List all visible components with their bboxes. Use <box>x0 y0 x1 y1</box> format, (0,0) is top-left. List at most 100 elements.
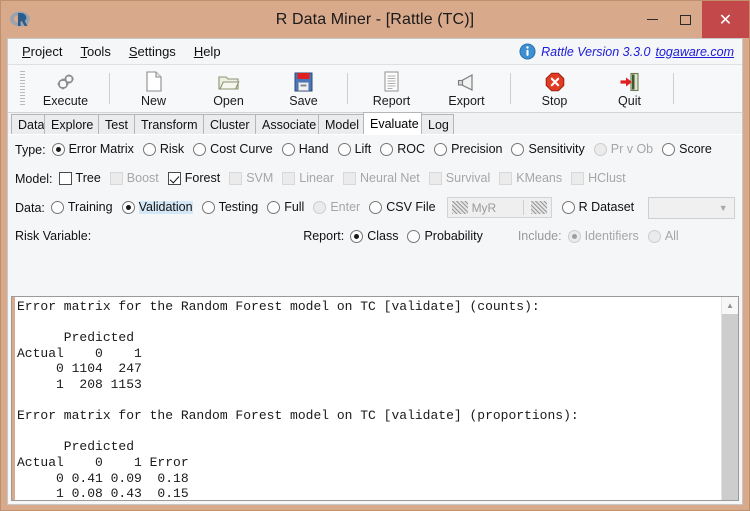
tab-data[interactable]: Data <box>11 114 45 134</box>
file-entry-divider <box>522 200 524 215</box>
radio-class[interactable] <box>350 229 364 243</box>
type-option-pr-v-ob-label: Pr v Ob <box>610 142 654 157</box>
radio-full[interactable] <box>267 201 281 214</box>
model-option-linear-label: Linear <box>299 171 335 186</box>
options-panel: Type: Error Matrix Risk Cost Curve Hand <box>8 135 742 252</box>
execute-button[interactable]: Execute <box>28 65 103 112</box>
radio-r-dataset[interactable] <box>561 201 575 214</box>
data-option-r-dataset[interactable]: R Dataset <box>561 201 634 214</box>
radio-training[interactable] <box>50 201 64 214</box>
open-button[interactable]: Open <box>191 65 266 112</box>
chevron-down-icon[interactable]: ▼ <box>712 198 734 218</box>
checkbox-tree[interactable] <box>58 172 72 185</box>
tab-model[interactable]: Model <box>318 114 364 134</box>
execute-label: Execute <box>42 93 89 108</box>
menu-settings[interactable]: Settings <box>120 42 185 61</box>
checkbox-forest[interactable] <box>167 172 181 185</box>
tab-test[interactable]: Test <box>98 114 135 134</box>
radio-sensitivity[interactable] <box>511 143 525 156</box>
type-option-error-matrix[interactable]: Error Matrix <box>51 142 134 157</box>
radio-score[interactable] <box>662 143 676 156</box>
data-option-training[interactable]: Training <box>50 200 113 215</box>
include-option-identifiers: Identifiers <box>567 229 639 243</box>
stop-button[interactable]: Stop <box>517 65 592 112</box>
quit-button[interactable]: Quit <box>592 65 667 112</box>
model-label: Model: <box>15 171 53 186</box>
output-panel: Error matrix for the Random Forest model… <box>11 296 739 501</box>
toolbar-grip[interactable] <box>20 71 25 106</box>
maximize-button[interactable] <box>669 1 702 38</box>
report-button[interactable]: Report <box>354 65 429 112</box>
checkbox-hclust <box>571 172 585 185</box>
scroll-up-arrow-icon[interactable]: ▲ <box>722 297 738 314</box>
type-option-roc[interactable]: ROC <box>380 143 425 156</box>
tab-evaluate[interactable]: Evaluate <box>363 112 422 134</box>
risk-variable-label: Risk Variable: <box>15 229 92 243</box>
type-option-score[interactable]: Score <box>662 143 712 156</box>
save-button[interactable]: Save <box>266 65 341 112</box>
data-option-training-label: Training <box>67 200 113 215</box>
togaware-link[interactable]: togaware.com <box>655 45 734 59</box>
export-button[interactable]: Export <box>429 65 504 112</box>
r-dataset-combobox[interactable]: ▼ <box>648 196 736 219</box>
output-scrollbar[interactable]: ▲ <box>721 297 738 500</box>
type-option-cost-curve[interactable]: Cost Curve <box>193 143 273 156</box>
folder-open-icon <box>217 70 240 92</box>
client-area: Project Tools Settings Help Rattle Versi… <box>7 38 743 505</box>
menu-help[interactable]: Help <box>185 42 230 61</box>
type-option-pr-v-ob: Pr v Ob <box>593 142 654 157</box>
radio-cost-curve[interactable] <box>193 143 207 156</box>
close-button[interactable]: ✕ <box>702 1 749 38</box>
menu-tools[interactable]: Tools <box>71 42 119 61</box>
model-option-kmeans: KMeans <box>499 172 562 185</box>
type-option-sensitivity[interactable]: Sensitivity <box>511 143 585 156</box>
data-option-testing[interactable]: Testing <box>201 201 258 214</box>
exit-door-icon <box>619 70 640 92</box>
type-option-lift[interactable]: Lift <box>337 143 371 156</box>
report-option-class[interactable]: Class <box>350 229 398 243</box>
radio-validation[interactable] <box>121 201 135 214</box>
output-textarea[interactable]: Error matrix for the Random Forest model… <box>12 297 721 500</box>
type-option-precision[interactable]: Precision <box>434 143 502 156</box>
type-option-risk-label: Risk <box>159 142 185 157</box>
csv-file-chooser[interactable]: MyR <box>446 197 552 218</box>
scroll-track[interactable] <box>722 314 738 500</box>
browse-icon[interactable] <box>530 201 547 214</box>
minimize-button[interactable] <box>636 1 669 38</box>
menu-project[interactable]: Project <box>13 42 71 61</box>
output-text: Error matrix for the Random Forest model… <box>17 299 579 500</box>
model-option-survival: Survival <box>428 172 490 185</box>
tab-associate[interactable]: Associate <box>255 114 319 134</box>
tab-log[interactable]: Log <box>421 114 454 134</box>
radio-lift[interactable] <box>337 143 351 156</box>
tab-bar: Data Explore Test Transform Cluster Asso… <box>8 112 742 135</box>
tab-cluster[interactable]: Cluster <box>203 114 256 134</box>
type-option-risk[interactable]: Risk <box>142 142 185 157</box>
data-option-full[interactable]: Full <box>267 201 304 214</box>
radio-csv-file[interactable] <box>369 201 383 214</box>
radio-risk[interactable] <box>142 143 156 156</box>
report-option-probability[interactable]: Probability <box>407 229 483 243</box>
radio-roc[interactable] <box>380 143 394 156</box>
radio-testing[interactable] <box>201 201 215 214</box>
title-bar: R Data Miner - [Rattle (TC)] ✕ <box>1 1 749 38</box>
tab-explore[interactable]: Explore <box>44 114 99 134</box>
radio-probability[interactable] <box>407 229 421 243</box>
radio-precision[interactable] <box>434 143 448 156</box>
radio-error-matrix[interactable] <box>51 143 65 156</box>
model-option-neural-net: Neural Net <box>343 172 420 185</box>
tab-transform[interactable]: Transform <box>134 114 204 134</box>
data-option-validation[interactable]: Validation <box>121 201 193 214</box>
export-megaphone-icon <box>456 70 477 92</box>
save-label: Save <box>289 93 318 108</box>
model-option-forest[interactable]: Forest <box>167 171 221 186</box>
scroll-thumb[interactable] <box>722 314 738 500</box>
radio-hand[interactable] <box>281 143 295 156</box>
type-option-error-matrix-label: Error Matrix <box>68 142 134 157</box>
model-option-svm-label: SVM <box>246 171 274 186</box>
model-option-forest-label: Forest <box>184 171 221 186</box>
type-option-hand[interactable]: Hand <box>281 143 329 156</box>
new-button[interactable]: New <box>116 65 191 112</box>
model-option-tree[interactable]: Tree <box>58 172 101 185</box>
data-option-csv-file[interactable]: CSV File <box>369 201 436 214</box>
